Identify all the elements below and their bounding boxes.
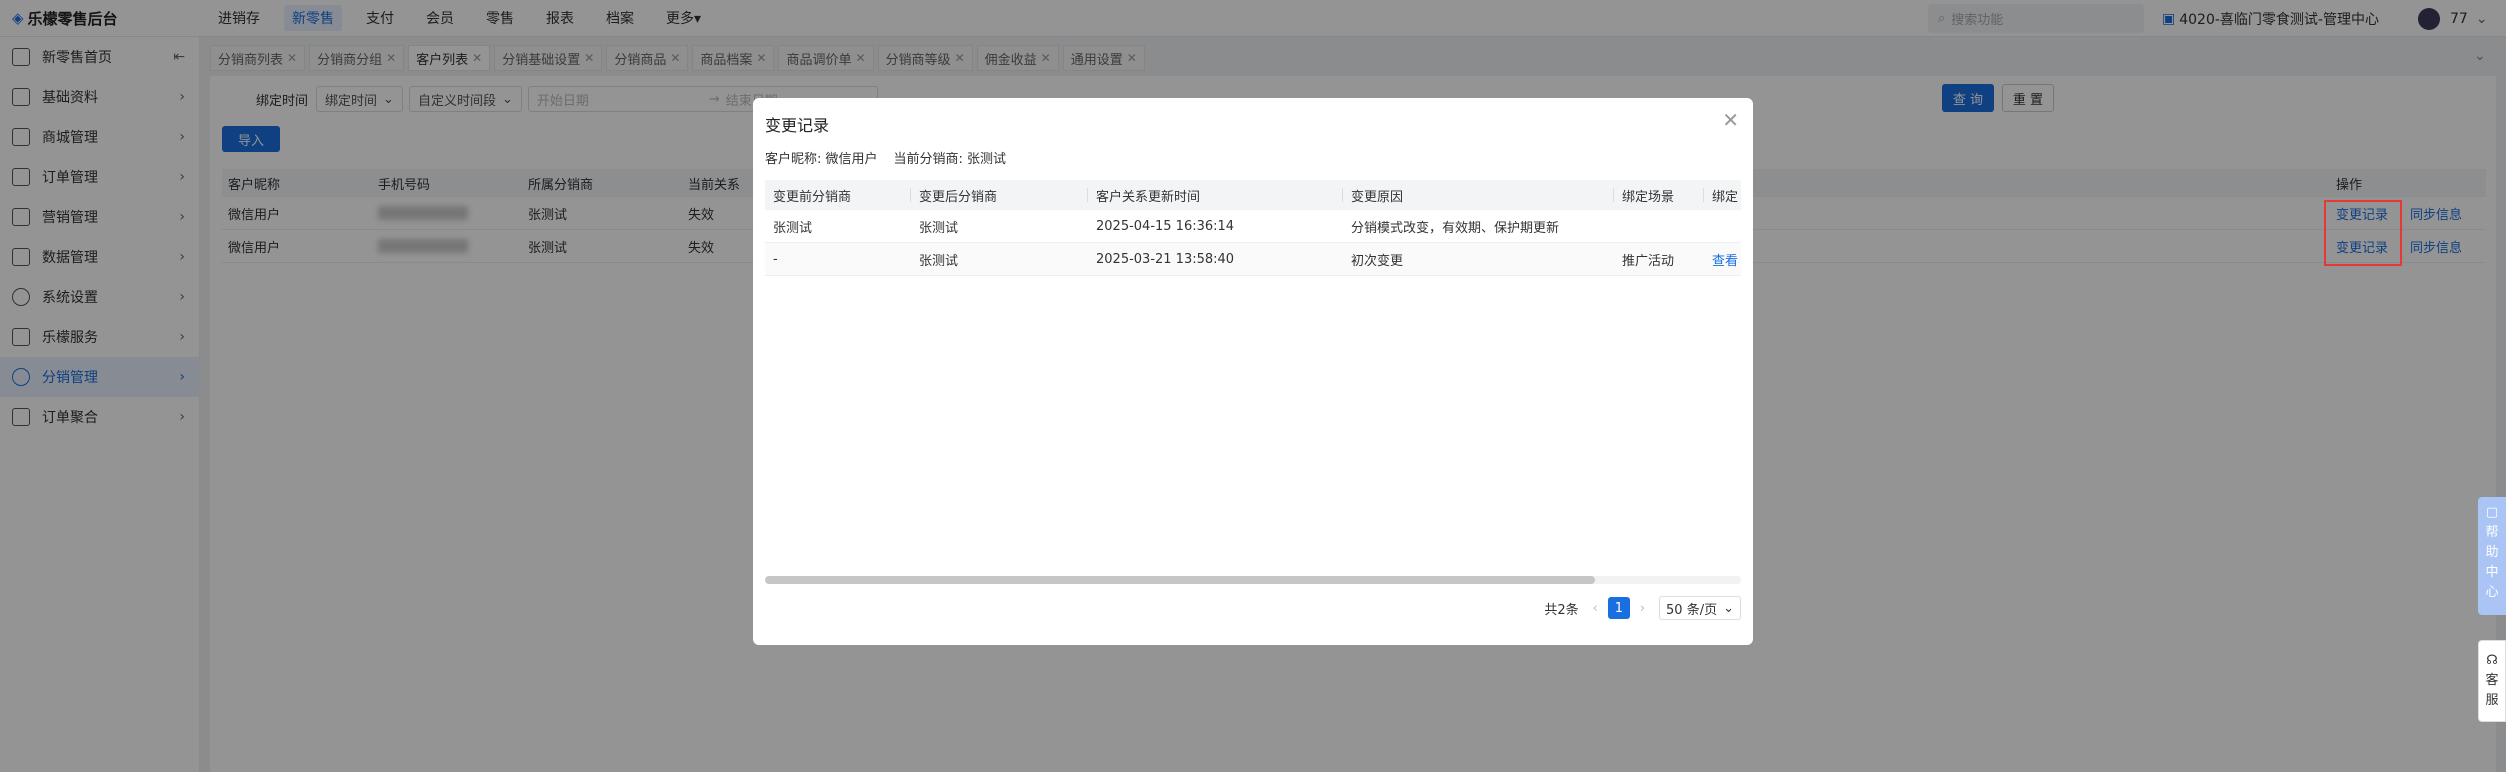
cell-time: 2025-03-21 13:58:40 <box>1096 251 1235 267</box>
change-record-dialog: 变更记录 ✕ 客户昵称: 微信用户 当前分销商: 张测试 变更前分销商 变更后分… <box>753 98 1753 645</box>
cell-scene: 推广活动 <box>1622 253 1675 269</box>
headset-icon: ☊ <box>2486 653 2498 668</box>
customer-nickname-label: 客户昵称: 微信用户 <box>765 152 878 167</box>
total-count: 共2条 <box>1544 602 1579 618</box>
cell-scene <box>1614 210 1622 242</box>
highlight-box <box>2324 200 2402 266</box>
view-link[interactable]: 查看 <box>1704 243 1738 275</box>
table-row: 张测试 张测试 2025-04-15 16:36:14 分销模式改变，有效期、保… <box>765 210 1741 243</box>
col-bind: 绑定 <box>1712 189 1739 205</box>
col-after: 变更后分销商 <box>919 189 998 205</box>
chevron-down-icon: ⌄ <box>1723 600 1734 616</box>
dialog-title: 变更记录 <box>765 116 830 135</box>
cell-before: 张测试 <box>773 220 813 236</box>
cell-before: - <box>773 251 778 267</box>
col-update-time: 客户关系更新时间 <box>1096 189 1201 205</box>
table-header: 变更前分销商 变更后分销商 客户关系更新时间 变更原因 绑定场景 绑定 <box>765 180 1741 210</box>
cell-reason: 分销模式改变，有效期、保护期更新 <box>1351 220 1560 236</box>
page-button[interactable]: 1 <box>1607 597 1630 619</box>
pagination: 共2条 ‹ 1 › 50 条/页 ⌄ <box>1544 596 1741 620</box>
col-scene: 绑定场景 <box>1622 189 1675 205</box>
col-reason: 变更原因 <box>1351 189 1404 205</box>
current-distributor-label: 当前分销商: 张测试 <box>893 152 1007 167</box>
cell-reason: 初次变更 <box>1351 253 1404 269</box>
change-record-table: 变更前分销商 变更后分销商 客户关系更新时间 变更原因 绑定场景 绑定 张测试 … <box>765 180 1741 380</box>
cell-after: 张测试 <box>919 253 959 269</box>
help-icon: ▢ <box>2485 505 2499 520</box>
cell-time: 2025-04-15 16:36:14 <box>1096 218 1235 234</box>
col-before: 变更前分销商 <box>773 189 852 205</box>
page-size-select[interactable]: 50 条/页 ⌄ <box>1659 596 1741 620</box>
cell-after: 张测试 <box>919 220 959 236</box>
dialog-info: 客户昵称: 微信用户 当前分销商: 张测试 <box>765 148 1022 167</box>
horizontal-scrollbar[interactable] <box>765 576 1741 584</box>
close-icon[interactable]: ✕ <box>1722 108 1739 132</box>
table-row: - 张测试 2025-03-21 13:58:40 初次变更 推广活动 查看 <box>765 243 1741 276</box>
help-center-button[interactable]: ▢ 帮 助 中 心 <box>2478 497 2506 615</box>
next-page-icon[interactable]: › <box>1640 601 1645 616</box>
customer-service-button[interactable]: ☊ 客 服 <box>2478 640 2506 722</box>
prev-page-icon[interactable]: ‹ <box>1593 601 1598 616</box>
scrollbar-thumb[interactable] <box>765 576 1595 584</box>
